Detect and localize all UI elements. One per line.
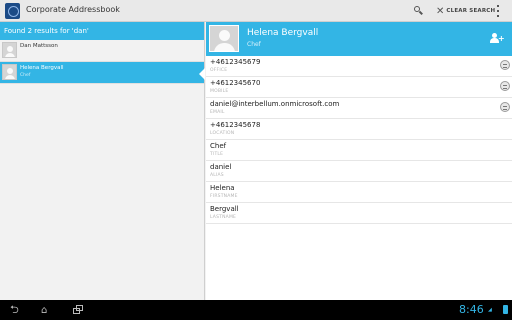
field-firstname: Helena FIRSTNAME: [206, 182, 512, 203]
field-value: +4612345678: [210, 121, 261, 129]
result-subtitle: Chef: [20, 73, 31, 78]
clock: 8:46: [459, 303, 484, 316]
system-navigation-bar: ⮌ ⌂ 8:46 ◢: [0, 300, 512, 320]
recent-apps-icon[interactable]: [73, 305, 84, 314]
field-label: EMAIL: [210, 110, 225, 115]
field-lastname: Bergvall LASTNAME: [206, 203, 512, 224]
back-icon[interactable]: ⮌: [10, 304, 19, 316]
results-pane: Found 2 results for 'dan' Dan Mattsson H…: [0, 22, 205, 300]
field-alias: daniel ALIAS: [206, 161, 512, 182]
contact-header: Helena Bergvall Chef +: [206, 22, 512, 56]
field-label: FIRSTNAME: [210, 194, 238, 199]
contact-avatar: [209, 25, 239, 52]
result-name: Dan Mattsson: [20, 43, 58, 49]
field-value: daniel@interbellum.onmicrosoft.com: [210, 100, 340, 108]
battery-icon: [503, 305, 508, 314]
field-label: TITLE: [210, 152, 224, 157]
field-email[interactable]: daniel@interbellum.onmicrosoft.com EMAIL: [206, 98, 512, 119]
clear-search-icon: ✕: [436, 5, 445, 17]
field-value: +4612345670: [210, 79, 261, 87]
search-button[interactable]: [410, 3, 428, 19]
avatar: [2, 42, 17, 58]
contact-detail-pane: Helena Bergvall Chef + +4612345679 OFFIC…: [206, 22, 512, 300]
wifi-icon: ◢: [488, 307, 492, 313]
result-item-helena-bergvall[interactable]: Helena Bergvall Chef: [0, 62, 205, 84]
result-name: Helena Bergvall: [20, 65, 64, 71]
field-value: Chef: [210, 142, 227, 150]
field-value: daniel: [210, 163, 232, 171]
field-value: Bergvall: [210, 205, 239, 213]
result-item-dan-mattsson[interactable]: Dan Mattsson: [0, 40, 204, 62]
field-office[interactable]: +4612345679 OFFICE: [206, 56, 512, 77]
field-value: Helena: [210, 184, 235, 192]
home-icon[interactable]: ⌂: [41, 305, 47, 317]
field-value: +4612345679: [210, 58, 261, 66]
field-location[interactable]: +4612345678 LOCATION: [206, 119, 512, 140]
field-title: Chef TITLE: [206, 140, 512, 161]
field-mobile[interactable]: +4612345670 MOBILE: [206, 77, 512, 98]
message-icon[interactable]: [500, 60, 510, 70]
selection-pointer: [199, 68, 205, 80]
message-icon[interactable]: [500, 102, 510, 112]
message-icon[interactable]: [500, 81, 510, 91]
clear-search-button[interactable]: ✕ CLEAR SEARCH: [436, 3, 495, 19]
overflow-menu-button[interactable]: [494, 4, 502, 18]
results-summary: Found 2 results for 'dan': [0, 22, 204, 40]
app-title: Corporate Addressbook: [26, 5, 120, 14]
add-contact-button[interactable]: +: [490, 32, 505, 44]
app-icon[interactable]: [5, 3, 20, 19]
overflow-menu-icon: [497, 5, 499, 8]
field-label: ALIAS: [210, 173, 224, 178]
action-bar: Corporate Addressbook ✕ CLEAR SEARCH: [0, 0, 512, 22]
contact-title: Chef: [247, 41, 261, 48]
field-label: LASTNAME: [210, 215, 237, 220]
clear-search-label: CLEAR SEARCH: [446, 8, 496, 14]
contact-name: Helena Bergvall: [247, 28, 319, 38]
field-label: LOCATION: [210, 131, 235, 136]
field-label: OFFICE: [210, 68, 228, 73]
field-label: MOBILE: [210, 89, 229, 94]
avatar: [2, 64, 17, 80]
